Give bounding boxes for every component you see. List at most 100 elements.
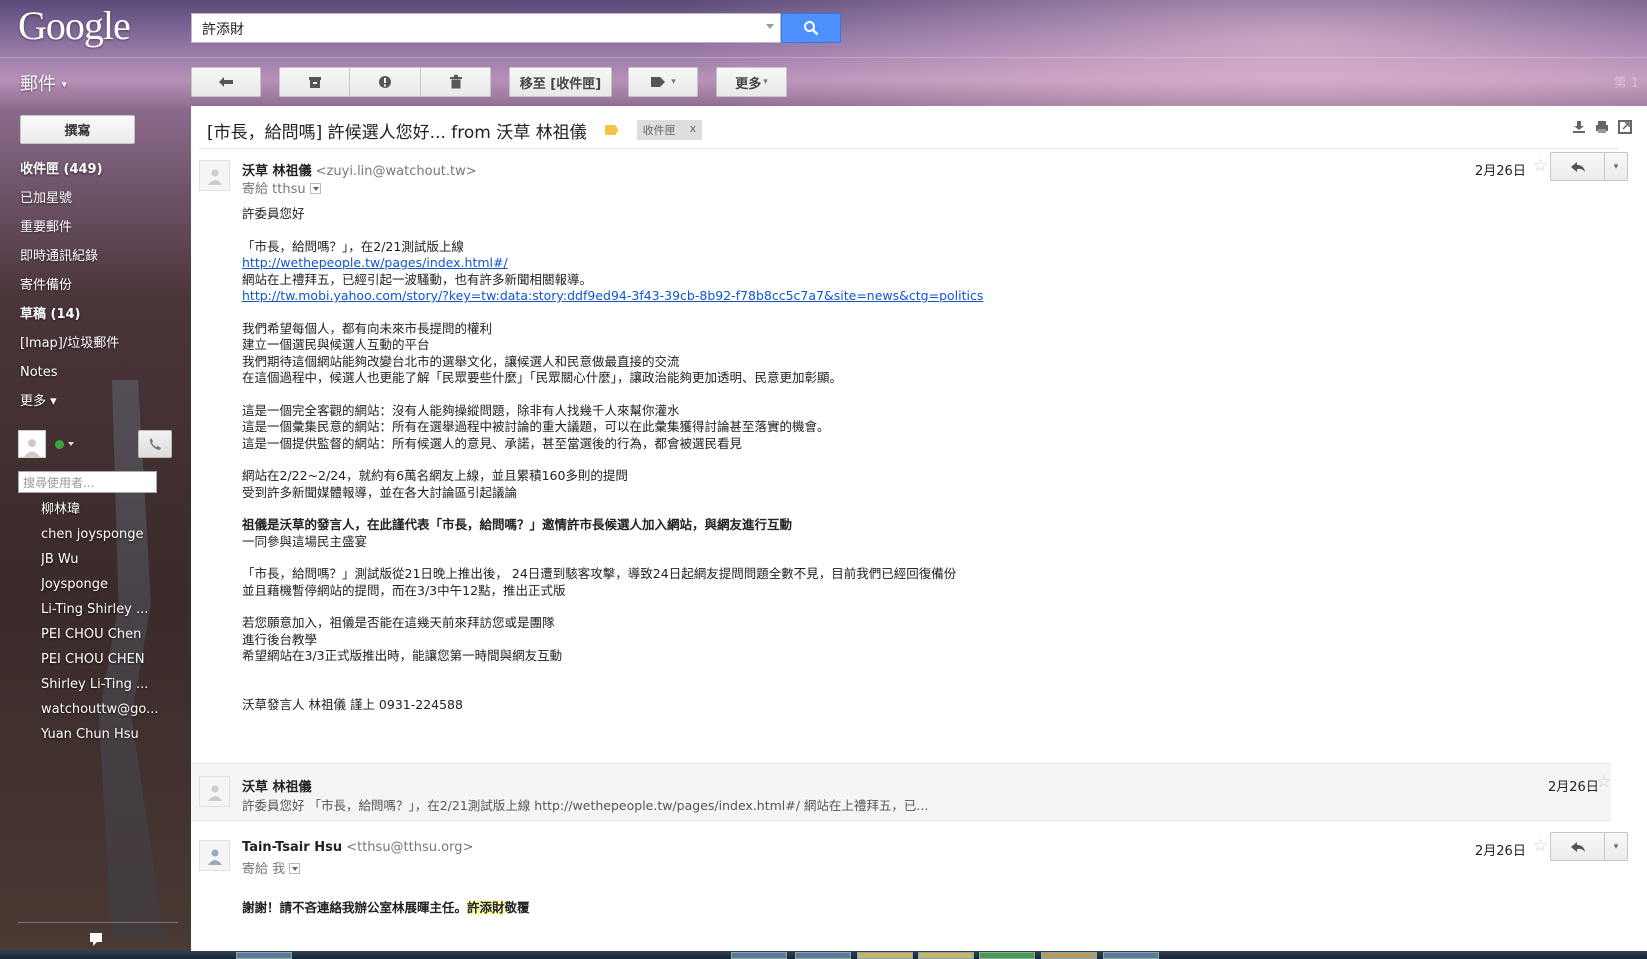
body-line: 這是一個完全客觀的網站：沒有人能夠操縱問題，除非有人找幾千人來幫你灌水 [242,402,680,418]
my-avatar[interactable] [18,430,46,458]
delete-button[interactable] [421,68,491,96]
chevron-down-icon: ▾ [1613,161,1619,172]
chat-contact[interactable]: Li-Ting Shirley ... [41,597,181,622]
wethepeople-link[interactable]: http://wethepeople.tw/pages/index.html#/ [242,255,508,270]
mail-folder-nav: 收件匣 (449) 已加星號 重要郵件 即時通訊紀錄 寄件備份 草稿 (14) … [20,155,180,416]
online-status-icon[interactable] [55,440,64,449]
inbox-label-chip: 收件匣 x [636,120,703,140]
chat-contact[interactable]: chen joysponge [41,522,181,547]
nav-item-chats[interactable]: 即時通訊紀錄 [20,242,180,271]
yahoo-news-link[interactable]: http://tw.mobi.yahoo.com/story/?key=tw:d… [242,288,983,303]
chat-contact[interactable]: JB Wu [41,547,181,572]
chat-contact[interactable]: Shirley Li-Ting ... [41,672,181,697]
labels-button[interactable]: ▾ [628,67,698,97]
body-line: 許委員您好 [242,206,305,221]
magnifier-icon [804,21,819,36]
chevron-down-icon[interactable] [68,442,74,446]
taskbar-item[interactable] [795,952,851,959]
sender-email: <tthsu@tthsu.org> [346,840,474,855]
taskbar-item[interactable] [236,952,292,959]
archive-button[interactable] [280,68,350,96]
taskbar-item[interactable] [979,952,1035,959]
back-to-inbox-button[interactable] [191,67,261,97]
conversation-view: [市長，給問嗎] 許候選人您好... from 沃草 林祖儀 收件匣 x 沃草 … [191,106,1647,959]
reply-button[interactable] [1551,153,1605,180]
taskbar-item[interactable] [857,952,913,959]
body-line: 一同參與這場民主盛宴 [242,533,368,549]
nav-item-imap-spam[interactable]: [Imap]/垃圾郵件 [20,329,180,358]
person-icon [207,849,222,865]
action-button-group [279,67,491,97]
chat-contact[interactable]: PEI CHOU Chen [41,622,181,647]
chat-divider [18,922,178,923]
mail-app-switcher[interactable]: 郵件 ▾ [20,70,67,96]
sender-email: <zuyi.lin@watchout.tw> [315,164,477,179]
reply-button-group: ▾ [1550,152,1628,181]
star-icon[interactable]: ☆ [1596,772,1611,792]
move-to-inbox-button[interactable]: 移至 [收件匣] [509,67,612,97]
google-logo[interactable]: Google [18,2,131,49]
taskbar-item[interactable] [1041,952,1097,959]
phone-icon [150,438,161,450]
more-reply-options-button[interactable]: ▾ [1605,153,1627,180]
chat-contact[interactable]: Yuan Chun Hsu [41,722,181,747]
report-spam-button[interactable] [350,68,421,96]
search-options-dropdown-icon[interactable] [766,24,774,29]
sender-name[interactable]: 沃草 林祖儀 [242,164,312,179]
nav-item-more[interactable]: 更多 ▾ [20,387,180,416]
back-arrow-icon [219,77,233,87]
chat-contact[interactable]: 柳林瑋 [41,497,181,522]
more-actions-button[interactable]: 更多 ▾ [716,67,787,97]
print-all-button[interactable] [1595,120,1610,134]
body-line: 我們希望每個人，都有向未來市長提問的權利 [242,320,493,336]
search-input[interactable]: 許添財 [191,13,781,43]
remove-label-button[interactable]: x [690,122,697,138]
chat-contact[interactable]: PEI CHOU CHEN [41,647,181,672]
more-reply-options-button[interactable]: ▾ [1605,833,1627,860]
taskbar-item[interactable] [1103,952,1159,959]
importance-marker-icon[interactable] [604,125,619,135]
taskbar-item[interactable] [918,952,974,959]
body-line: 在這個過程中，候選人也更能了解「民眾要些什麼」「民眾關心什麼」，讓政治能夠更加透… [242,370,843,385]
body-line: 謝謝！請不吝連絡我辦公室林展暉主任。許添財敬覆 [242,900,1542,917]
voice-call-button[interactable] [138,430,172,458]
taskbar-item[interactable] [731,952,787,959]
body-line: 「市長，給問嗎？」測試版從21日晚上推出後， 24日遭到駭客攻擊，導致24日起網… [242,566,957,581]
nav-item-starred[interactable]: 已加星號 [20,184,180,213]
new-window-button[interactable] [1618,120,1633,134]
chat-contact[interactable]: watchouttw@go... [41,697,181,722]
reply-icon [1570,841,1585,852]
body-line: 這是一個提供監督的網站：所有候選人的意見、承諾，甚至當選後的行為，都會被選民看見 [242,435,743,451]
new-chat-button[interactable] [81,928,111,950]
people-search-input[interactable]: 搜尋使用者... [18,471,157,493]
nav-item-inbox[interactable]: 收件匣 (449) [20,155,180,184]
subject-row: [市長，給問嗎] 許候選人您好... from 沃草 林祖儀 收件匣 x [207,116,703,144]
trash-icon [450,75,462,89]
search-button[interactable] [781,13,841,43]
sender-avatar[interactable] [199,840,230,871]
star-icon[interactable]: ☆ [1533,156,1548,176]
message-date: 2月26日 [1548,780,1599,795]
sender-avatar [199,776,230,807]
nav-item-notes[interactable]: Notes [20,358,180,387]
star-icon[interactable]: ☆ [1533,836,1548,856]
sender-avatar[interactable] [199,160,230,191]
body-line: 希望網站在3/3正式版推出時，能讓您第一時間與網友互動 [242,648,563,663]
reply-button[interactable] [1551,833,1605,860]
topbar-divider [0,57,1647,58]
message-body: 謝謝！請不吝連絡我辦公室林展暉主任。許添財敬覆 [242,900,1542,917]
sender-name[interactable]: Tain-Tsair Hsu [242,840,342,855]
body-suffix: 敬覆 [504,900,530,915]
nav-item-drafts[interactable]: 草稿 (14) [20,300,180,329]
conversation-subject: [市長，給問嗎] 許候選人您好... from 沃草 林祖儀 [207,122,587,143]
nav-item-sent[interactable]: 寄件備份 [20,271,180,300]
body-line: 這是一個彙集民意的網站：所有在選舉過程中被討論的重大議題，可以在此彙集獲得討論甚… [242,419,830,434]
nav-item-important[interactable]: 重要郵件 [20,213,180,242]
expand-all-button[interactable] [1572,120,1587,134]
recipient-line: 寄給 tthsu [242,178,321,197]
message-collapsed[interactable]: 沃草 林祖儀 許委員您好 「市長，給問嗎？」，在2/21測試版上線 http:/… [191,763,1611,821]
show-details-icon[interactable] [309,183,321,194]
compose-button[interactable]: 撰寫 [20,115,135,144]
chat-contact[interactable]: Joysponge [41,572,181,597]
show-details-icon[interactable] [289,863,301,874]
